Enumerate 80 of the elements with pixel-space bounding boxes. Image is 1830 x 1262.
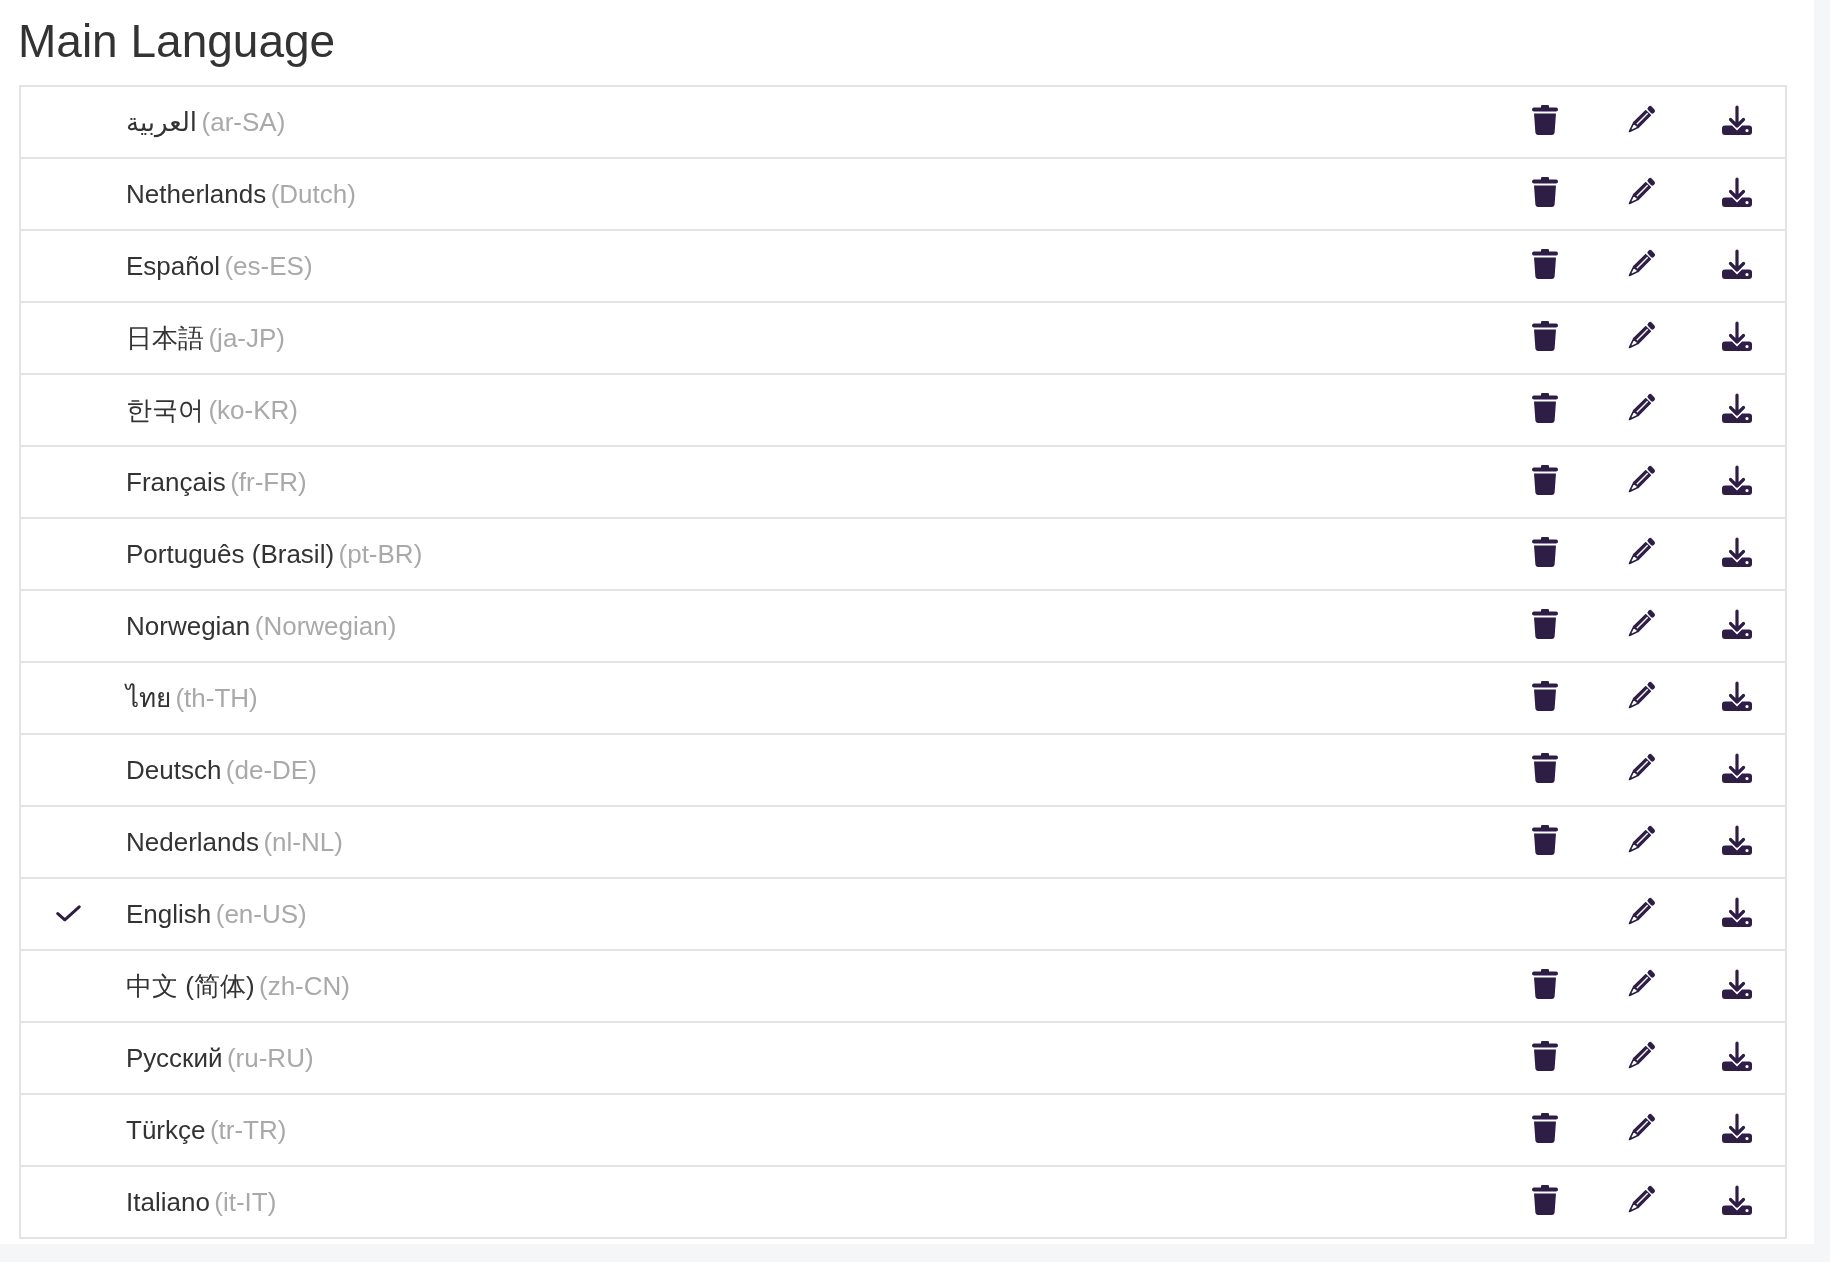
language-code: (pt-BR) (338, 538, 423, 569)
language-code: (Dutch) (270, 178, 356, 209)
trash-icon (1532, 1040, 1558, 1071)
download-icon (1722, 248, 1752, 279)
pencil-icon (1626, 968, 1656, 999)
language-name: Türkçe (126, 1114, 206, 1145)
download-icon (1722, 608, 1752, 639)
language-name: العربية (126, 106, 198, 137)
download-icon (1722, 752, 1752, 783)
language-code: (ar-SA) (201, 106, 286, 137)
trash-icon (1532, 536, 1558, 567)
language-name: ไทย (126, 682, 171, 713)
language-name: Netherlands (126, 178, 267, 209)
language-name: Português (Brasil) (126, 538, 335, 569)
pencil-icon (1626, 824, 1656, 855)
pencil-icon (1626, 1040, 1656, 1071)
language-code: (en-US) (215, 898, 307, 929)
pencil-icon (1626, 1112, 1656, 1143)
language-name: 中文 (简体) (126, 970, 255, 1001)
pencil-icon (1626, 104, 1656, 135)
download-icon (1722, 392, 1752, 423)
language-code: (es-ES) (224, 250, 313, 281)
download-icon (1722, 1184, 1752, 1215)
language-name: Norwegian (126, 610, 251, 641)
language-name: 한국어 (126, 394, 204, 425)
language-name: 日本語 (126, 322, 204, 353)
trash-icon (1532, 464, 1558, 495)
download-icon (1722, 464, 1752, 495)
download-icon (1722, 824, 1752, 855)
language-code: (zh-CN) (259, 970, 350, 1001)
download-icon (1722, 104, 1752, 135)
language-name: English (126, 898, 212, 929)
pencil-icon (1626, 608, 1656, 639)
language-code: (ko-KR) (208, 394, 298, 425)
pencil-icon (1626, 752, 1656, 783)
trash-icon (1532, 320, 1558, 351)
language-name: Français (126, 466, 226, 497)
trash-icon (1532, 1112, 1558, 1143)
download-icon (1722, 968, 1752, 999)
language-name: Italiano (126, 1186, 210, 1217)
download-icon (1722, 320, 1752, 351)
pencil-icon (1626, 1184, 1656, 1215)
language-name: Nederlands (126, 826, 259, 857)
download-icon (1722, 680, 1752, 711)
download-icon (1722, 536, 1752, 567)
language-code: (de-DE) (225, 754, 317, 785)
pencil-icon (1626, 680, 1656, 711)
pencil-icon (1626, 392, 1656, 423)
download-icon (1722, 176, 1752, 207)
pencil-icon (1626, 896, 1656, 927)
trash-icon (1532, 752, 1558, 783)
language-code: (ru-RU) (226, 1042, 314, 1073)
language-code: (nl-NL) (263, 826, 343, 857)
trash-icon (1532, 176, 1558, 207)
language-code: (it-IT) (214, 1186, 277, 1217)
trash-icon (1532, 104, 1558, 135)
pencil-icon (1626, 320, 1656, 351)
trash-icon (1532, 968, 1558, 999)
pencil-icon (1626, 536, 1656, 567)
language-code: (tr-TR) (209, 1114, 287, 1145)
language-code: (th-TH) (175, 682, 258, 713)
download-icon (1722, 896, 1752, 927)
trash-icon (1532, 248, 1558, 279)
pencil-icon (1626, 464, 1656, 495)
language-code: (Norwegian) (254, 610, 397, 641)
language-name: Русский (126, 1042, 223, 1073)
language-name: Español (126, 250, 220, 281)
trash-icon (1532, 608, 1558, 639)
download-icon (1722, 1112, 1752, 1143)
trash-icon (1532, 392, 1558, 423)
trash-icon (1532, 824, 1558, 855)
download-icon (1722, 1040, 1752, 1071)
pencil-icon (1626, 176, 1656, 207)
trash-icon (1532, 1184, 1558, 1215)
trash-icon (1532, 680, 1558, 711)
language-code: (fr-FR) (230, 466, 307, 497)
pencil-icon (1626, 248, 1656, 279)
page-title: Main Language (18, 14, 337, 69)
language-name: Deutsch (126, 754, 222, 785)
language-code: (ja-JP) (208, 322, 285, 353)
